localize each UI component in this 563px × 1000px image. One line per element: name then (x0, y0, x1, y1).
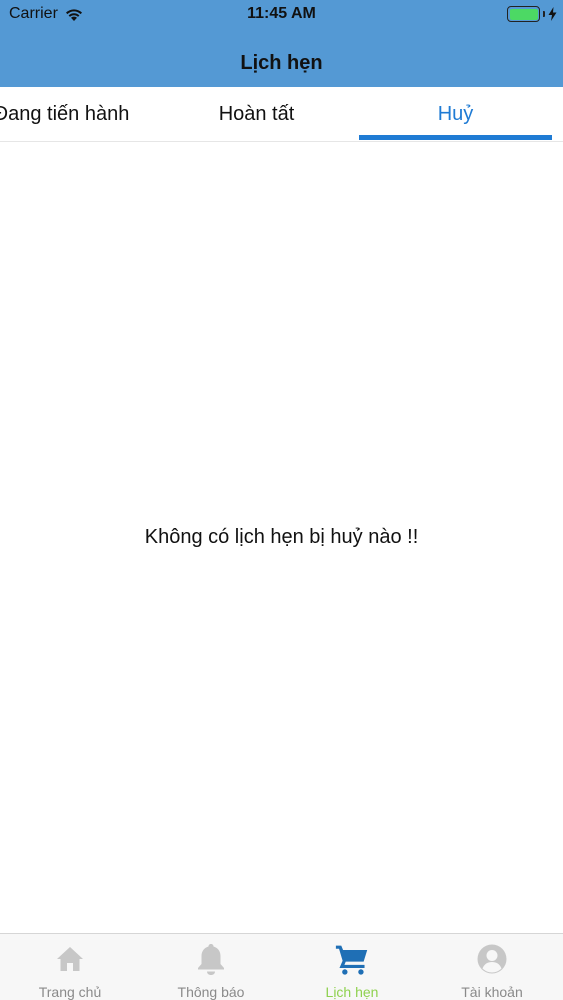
status-time: 11:45 AM (247, 5, 316, 22)
bell-icon (194, 942, 228, 976)
account-icon (475, 942, 509, 976)
battery-indicator (507, 6, 557, 22)
page-title: Lịch hẹn (240, 52, 323, 74)
nav-label: Thông báo (177, 984, 245, 1000)
appointment-tabs: Đang tiến hành Hoàn tất Huỷ (0, 87, 563, 142)
home-icon (53, 942, 87, 976)
nav-item-notifications[interactable]: Thông báo (141, 934, 281, 1000)
tab-selected-indicator (359, 135, 552, 140)
empty-state-message: Không có lịch hẹn bị huỷ nào !! (144, 526, 419, 548)
nav-item-home[interactable]: Trang chủ (0, 934, 140, 1000)
battery-cap (543, 11, 545, 17)
nav-item-appointments[interactable]: Lịch hẹn (282, 934, 422, 1000)
battery-icon (507, 6, 540, 22)
nav-label: Lịch hẹn (325, 984, 379, 1000)
app-header: Carrier 11:45 AM Lịch hẹn (0, 0, 563, 87)
tab-label: Hoàn tất (218, 103, 295, 125)
tab-cancelled[interactable]: Huỷ (359, 87, 552, 141)
nav-item-account[interactable]: Tài khoản (422, 934, 562, 1000)
nav-label: Trang chủ (38, 984, 102, 1000)
bottom-tab-bar: Trang chủ Thông báo Lịch hẹn Tài khoản (0, 933, 563, 1000)
charging-icon (548, 7, 557, 21)
tab-completed[interactable]: Hoàn tất (160, 87, 353, 141)
nav-label: Tài khoản (461, 984, 523, 1000)
tab-label: Huỷ (437, 103, 474, 125)
tab-in-progress[interactable]: Đang tiến hành (0, 87, 158, 141)
battery-fill (509, 8, 538, 20)
status-bar: Carrier 11:45 AM (0, 0, 563, 30)
tab-label: Đang tiến hành (0, 103, 130, 125)
cart-icon (335, 942, 369, 976)
